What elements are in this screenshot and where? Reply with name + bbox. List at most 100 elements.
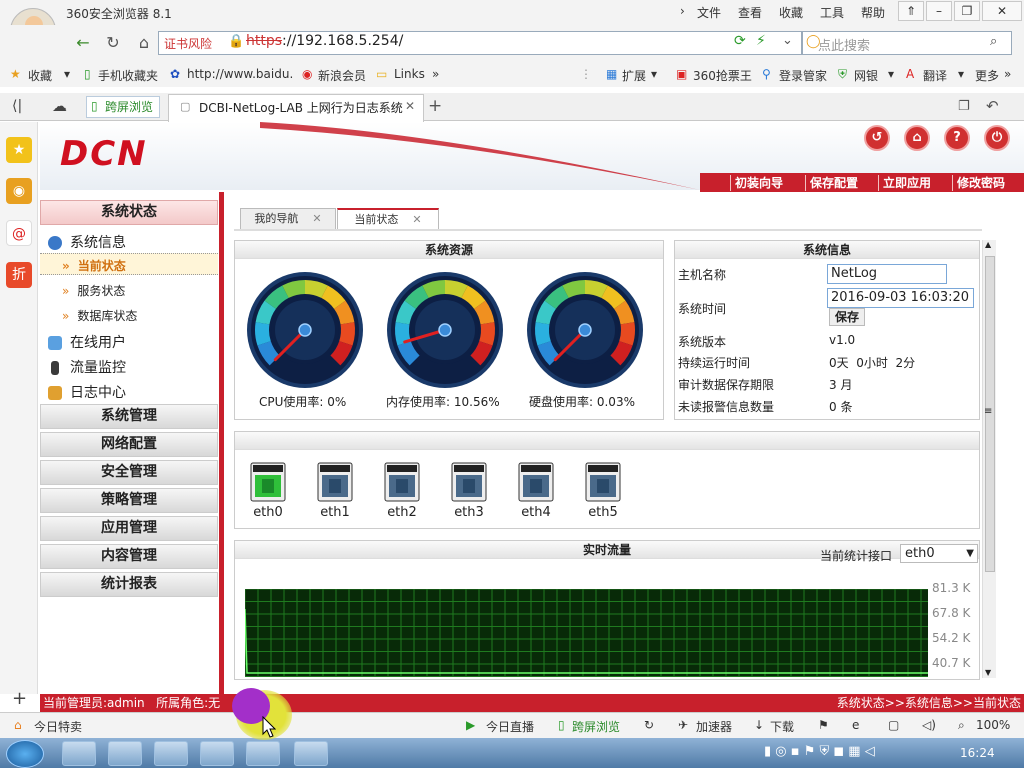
sidebar-section-status[interactable]: 系统状态 [40, 200, 218, 225]
content-scrollbar[interactable]: ▲ ≡ ▼ [982, 240, 996, 678]
double-chevron-icon[interactable]: » [432, 67, 439, 81]
sidebar-item-online-users[interactable]: 在线用户 [48, 332, 126, 352]
bookmark-mobile[interactable]: 手机收藏夹 [98, 67, 158, 84]
sidebar-section-reports[interactable]: 统计报表 [40, 572, 218, 597]
discount-icon[interactable]: 折 [6, 262, 32, 288]
maximize-button[interactable]: ❐ [954, 1, 980, 21]
toolbar-translate[interactable]: 翻译 [923, 67, 947, 84]
new-tab-icon[interactable]: + [428, 96, 442, 116]
toolbar-bank[interactable]: 网银 [854, 67, 878, 84]
flag-icon[interactable]: ⚑ [818, 718, 829, 732]
sidebar-section-content[interactable]: 内容管理 [40, 544, 218, 569]
sidebar-item-system-info[interactable]: 系统信息 [48, 232, 126, 252]
system-time-field[interactable]: 2016-09-03 16:03:20 [827, 288, 974, 308]
sidebar-leaf-service-status[interactable]: » 服务状态 [62, 282, 125, 299]
ie-icon[interactable]: e [852, 718, 859, 732]
bookmark-sina[interactable]: 新浪会员 [318, 67, 366, 84]
search-icon[interactable]: ⌕ [990, 34, 997, 49]
add-icon[interactable]: + [12, 688, 27, 709]
favorite-star-icon[interactable]: ★ [6, 137, 32, 163]
help-circle-icon[interactable]: ? [944, 125, 970, 151]
back-circle-icon[interactable]: ↺ [864, 125, 890, 151]
home-circle-icon[interactable]: ⌂ [904, 125, 930, 151]
chevron-down-icon[interactable]: ▾ [64, 67, 70, 81]
undo-icon[interactable]: ↶ [986, 97, 999, 115]
accelerator[interactable]: 加速器 [696, 718, 732, 735]
url-text[interactable]: https://192.168.5.254/ [246, 33, 403, 49]
version-value: v1.0 [829, 333, 856, 347]
cloud-icon[interactable]: ☁ [52, 97, 67, 115]
sidebar-section-application[interactable]: 应用管理 [40, 516, 218, 541]
taskbar-app-3[interactable] [154, 741, 188, 766]
interface-select[interactable]: eth0 ▼ [900, 544, 978, 563]
save-time-button[interactable]: 保存 [829, 308, 865, 326]
sidebar-toggle-icon[interactable]: ⟨| [12, 98, 22, 114]
speed-icon[interactable]: ⚡ [756, 33, 766, 49]
chevron-down-icon[interactable]: ▾ [651, 67, 657, 81]
back-button[interactable]: ← [72, 33, 94, 53]
mail-icon[interactable]: @ [6, 220, 32, 246]
chevron-down-icon[interactable]: ▾ [958, 67, 964, 81]
menu-file[interactable]: 文件 [697, 4, 721, 21]
folder-icon: ▭ [376, 67, 388, 81]
home-button[interactable]: ⌂ [133, 33, 155, 53]
shield-refresh-icon[interactable]: ⟳ [734, 33, 746, 49]
volume-icon[interactable]: ◁) [922, 718, 936, 732]
taskbar-explorer[interactable] [108, 741, 142, 766]
sidebar-item-traffic[interactable]: 流量监控 [48, 357, 126, 377]
toolbar-login[interactable]: 登录管家 [779, 67, 827, 84]
y-label-2: 67.8 K [932, 606, 971, 620]
save-config-link[interactable]: 保存配置 [805, 175, 862, 191]
toolbar-more[interactable]: 更多 [975, 67, 999, 84]
double-chevron-icon[interactable]: » [1004, 67, 1011, 81]
menu-favorites[interactable]: 收藏 [779, 4, 803, 21]
refresh-ring-icon[interactable]: ↻ [644, 718, 654, 732]
minimize-button[interactable]: – [926, 1, 952, 21]
tray-icons[interactable]: ▮ ◎ ▪ ⚑ ⛨ ◼ ▦ ◁ [764, 744, 875, 759]
menu-view[interactable]: 查看 [738, 4, 762, 21]
taskbar-app-1[interactable] [62, 741, 96, 766]
sidebar-section-system-mgmt[interactable]: 系统管理 [40, 404, 218, 429]
sidebar-section-policy[interactable]: 策略管理 [40, 488, 218, 513]
refresh-button[interactable]: ↻ [102, 33, 124, 53]
sidebar-item-log-center[interactable]: 日志中心 [48, 382, 126, 402]
download[interactable]: 下载 [770, 718, 794, 735]
bookmark-favorites[interactable]: 收藏 [28, 67, 52, 84]
hostname-field[interactable]: NetLog [827, 264, 947, 284]
toolbar-extensions[interactable]: 扩展 [622, 67, 646, 84]
apply-now-link[interactable]: 立即应用 [878, 175, 935, 191]
bookmark-baidu[interactable]: http://www.baidu. [187, 67, 293, 81]
version-label: 系统版本 [678, 335, 727, 349]
setup-wizard-link[interactable]: 初装向导 [730, 175, 787, 191]
change-password-link[interactable]: 修改密码 [952, 175, 1009, 191]
sidebar-section-security[interactable]: 安全管理 [40, 460, 218, 485]
pin-icon[interactable]: ⇑ [898, 1, 924, 21]
sidebar-leaf-current-status[interactable]: » 当前状态 [62, 257, 126, 274]
today-deals[interactable]: 今日特卖 [34, 718, 82, 735]
today-live[interactable]: 今日直播 [486, 718, 534, 735]
taskbar-app-4[interactable] [200, 741, 234, 766]
menu-tools[interactable]: 工具 [820, 4, 844, 21]
taskbar-360-browser[interactable] [294, 741, 328, 766]
power-circle-icon[interactable]: ⏻ [984, 125, 1010, 151]
zoom-level[interactable]: 100% [976, 718, 1010, 732]
close-tab-icon[interactable]: ✕ [405, 99, 415, 113]
sidebar-leaf-db-status[interactable]: » 数据库状态 [62, 307, 137, 324]
taskbar-word[interactable] [246, 741, 280, 766]
restore-tabs-icon[interactable]: ❐ [958, 99, 970, 114]
chevron-down-icon[interactable]: ▾ [888, 67, 894, 81]
sidebar-section-network[interactable]: 网络配置 [40, 432, 218, 457]
cert-warning-label[interactable]: 证书风险 [164, 35, 212, 52]
cross-screen[interactable]: 跨屏浏览 [572, 718, 620, 735]
menu-help[interactable]: 帮助 [861, 4, 885, 21]
window-icon[interactable]: ▢ [888, 718, 899, 732]
tab-active[interactable]: DCBI-NetLog-LAB 上网行为日志系统 [168, 94, 424, 122]
close-button[interactable]: ✕ [982, 1, 1022, 21]
tab-current-status[interactable]: 当前状态 ✕ [337, 208, 439, 230]
bookmark-links[interactable]: Links [394, 67, 425, 81]
start-button[interactable] [6, 740, 44, 768]
tab-my-navigation[interactable]: 我的导航 ✕ [240, 208, 336, 230]
weibo-icon[interactable]: ◉ [6, 178, 32, 204]
chevron-down-icon[interactable]: ⌄ [782, 33, 793, 48]
toolbar-ticket[interactable]: 360抢票王 [693, 67, 752, 84]
